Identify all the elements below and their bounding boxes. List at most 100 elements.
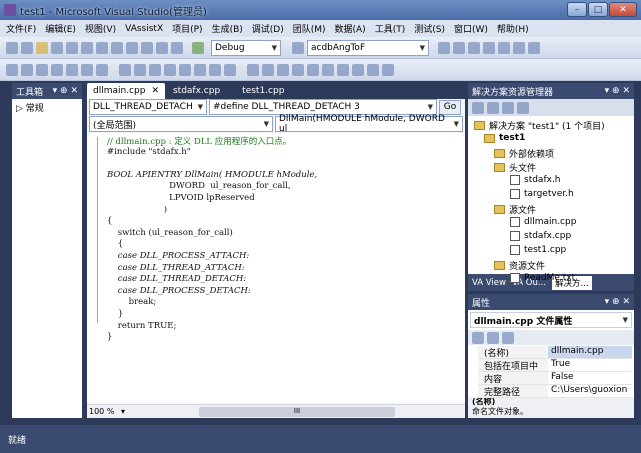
menu-item-10[interactable]: 测试(S) (414, 22, 445, 35)
toolbox-group-general[interactable]: ▷ 常规 (12, 99, 82, 116)
copy-icon[interactable] (96, 41, 108, 54)
bookmark-icon[interactable] (119, 63, 131, 76)
zoom-level[interactable]: 100 % (87, 407, 121, 416)
paste-icon[interactable] (111, 41, 123, 54)
navigate-back-icon[interactable] (156, 41, 168, 54)
menu-item-2[interactable]: 视图(V) (85, 22, 116, 35)
scope-combo[interactable]: (全局范围) ▼ (89, 116, 273, 132)
code-line[interactable]: #include "stdafx.h" (107, 147, 191, 157)
navigate-forward-icon[interactable] (171, 41, 183, 54)
extension-manager-icon[interactable] (528, 41, 540, 54)
search-combo[interactable]: acdbAngToF ▼ (307, 39, 429, 56)
uncomment-icon[interactable] (194, 63, 206, 76)
code-line[interactable]: DWORD ul_reason_for_call, (107, 181, 291, 191)
view-class-diagram-icon[interactable] (517, 101, 529, 114)
va-icon[interactable] (6, 63, 18, 76)
bookmark-prev-icon[interactable] (134, 63, 146, 76)
code-line[interactable]: switch (ul_reason_for_call) (107, 228, 233, 238)
menu-item-6[interactable]: 调试(D) (252, 22, 284, 35)
toolbox-icon[interactable] (498, 41, 510, 54)
pin-icon[interactable]: ▾ ⊕ ✕ (605, 86, 630, 96)
code-line[interactable]: return TRUE; (107, 321, 177, 331)
properties-icon[interactable] (468, 41, 480, 54)
menu-item-11[interactable]: 窗口(W) (454, 22, 488, 35)
undo-icon[interactable] (126, 41, 138, 54)
scroll-thumb[interactable]: III (198, 406, 396, 417)
start-page-icon[interactable] (513, 41, 525, 54)
property-value[interactable]: dllmain.cpp (548, 346, 632, 358)
close-icon[interactable]: ✕ (151, 86, 159, 96)
categorized-icon[interactable] (472, 331, 484, 344)
menu-item-12[interactable]: 帮助(H) (497, 22, 529, 35)
solution-explorer-icon[interactable] (453, 41, 465, 54)
va-list-methods-icon[interactable] (81, 63, 93, 76)
property-row[interactable]: (名称) dllmain.cpp (478, 346, 632, 359)
refresh-icon[interactable] (502, 101, 514, 114)
open-icon[interactable] (36, 41, 48, 54)
menu-item-9[interactable]: 工具(T) (375, 22, 406, 35)
toolbar-overflow-icon[interactable] (382, 63, 394, 76)
horizontal-scrollbar[interactable]: III (133, 406, 461, 417)
code-line[interactable]: { (107, 216, 112, 226)
solution-item[interactable]: 源文件 (494, 203, 536, 216)
code-line[interactable]: case DLL_PROCESS_DETACH: (107, 286, 251, 296)
new-project-icon[interactable] (6, 41, 18, 54)
va-find-symbol-icon[interactable] (36, 63, 48, 76)
window-layout-icon[interactable] (352, 63, 364, 76)
properties-object-combo[interactable]: dllmain.cpp 文件属性 ▼ (470, 312, 632, 328)
menu-item-3[interactable]: VAssistX (125, 24, 163, 34)
property-row[interactable]: 内容 False (478, 372, 632, 385)
solution-item[interactable]: stdafx.cpp (510, 231, 571, 241)
code-line[interactable]: case DLL_THREAD_ATTACH: (107, 263, 245, 273)
find-in-files-icon[interactable] (292, 41, 304, 54)
quick-info-icon[interactable] (292, 63, 304, 76)
solution-item[interactable]: 解决方案 "test1" (1 个项目) (474, 119, 605, 132)
code-line[interactable]: } (107, 332, 112, 342)
pin-icon[interactable]: ▾ ⊕ ✕ (605, 297, 630, 307)
solution-item[interactable]: 头文件 (494, 161, 536, 174)
property-value[interactable]: C:\Users\guoxion (548, 385, 632, 397)
redo-icon[interactable] (141, 41, 153, 54)
menu-item-0[interactable]: 文件(F) (6, 22, 36, 35)
minimize-button[interactable]: – (567, 2, 587, 17)
solution-item[interactable]: 外部依赖项 (494, 147, 554, 160)
solution-item[interactable]: targetver.h (510, 189, 574, 199)
menu-item-4[interactable]: 项目(P) (172, 22, 202, 35)
va-open-file-icon[interactable] (21, 63, 33, 76)
property-pages-icon[interactable] (502, 331, 514, 344)
function-combo[interactable]: DllMain(HMODULE hModule, DWORD ul ▼ (275, 114, 463, 134)
cut-icon[interactable] (81, 41, 93, 54)
save-all-icon[interactable] (66, 41, 78, 54)
va-spell-icon[interactable] (96, 63, 108, 76)
alphabetical-icon[interactable] (487, 331, 499, 344)
menu-item-8[interactable]: 数据(A) (335, 22, 366, 35)
property-value[interactable]: False (548, 372, 632, 384)
va-rename-icon[interactable] (66, 63, 78, 76)
decrease-indent-icon[interactable] (337, 63, 349, 76)
code-line[interactable]: ) (107, 205, 167, 215)
increase-indent-icon[interactable] (322, 63, 334, 76)
code-line[interactable]: case DLL_THREAD_DETACH: (107, 274, 246, 284)
tab-stdafx[interactable]: stdafx.cpp (167, 83, 226, 99)
menu-item-5[interactable]: 生成(B) (212, 22, 243, 35)
complete-word-icon[interactable] (262, 63, 274, 76)
code-line[interactable]: case DLL_PROCESS_ATTACH: (107, 251, 249, 261)
solution-item[interactable]: 资源文件 (494, 259, 545, 272)
indent-icon[interactable] (209, 63, 221, 76)
code-line[interactable]: { (107, 239, 123, 249)
tab-test1[interactable]: test1.cpp (236, 83, 290, 99)
code-line[interactable]: LPVOID lpReserved (107, 193, 255, 203)
config-select[interactable]: Debug ▼ (211, 39, 281, 56)
list-members-icon[interactable] (307, 63, 319, 76)
solution-item[interactable]: test1.cpp (510, 245, 566, 255)
code-line[interactable]: } (107, 309, 123, 319)
property-row[interactable]: 完整路径 C:\Users\guoxion (478, 385, 632, 398)
format-icon[interactable] (247, 63, 259, 76)
menu-item-1[interactable]: 编辑(E) (45, 22, 76, 35)
bookmark-next-icon[interactable] (149, 63, 161, 76)
property-row[interactable]: 包括在项目中 True (478, 359, 632, 372)
save-icon[interactable] (51, 41, 63, 54)
show-all-files-icon[interactable] (487, 101, 499, 114)
solution-item[interactable]: test1 (484, 133, 525, 143)
close-button[interactable]: ✕ (609, 2, 637, 17)
